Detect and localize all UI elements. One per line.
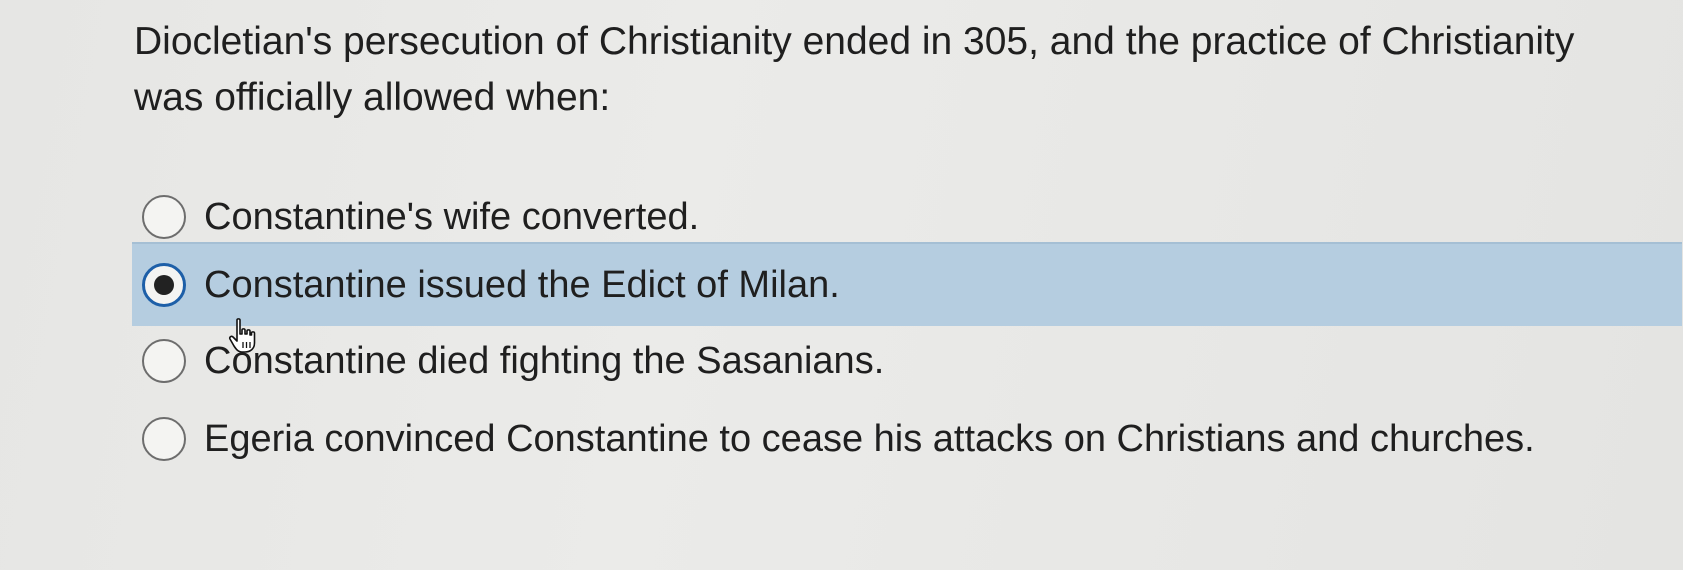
answer-options: Constantine's wife converted. Constantin… bbox=[0, 0, 1683, 570]
option-4[interactable]: Egeria convinced Constantine to cease hi… bbox=[132, 398, 1535, 480]
option-2-selected[interactable]: Constantine issued the Edict of Milan. bbox=[132, 242, 1682, 326]
option-label: Constantine died fighting the Sasanians. bbox=[204, 339, 885, 382]
option-label: Egeria convinced Constantine to cease hi… bbox=[204, 417, 1535, 460]
radio-button-unchecked[interactable] bbox=[142, 195, 186, 239]
radio-button-checked[interactable] bbox=[142, 263, 186, 307]
radio-button-unchecked[interactable] bbox=[142, 339, 186, 383]
option-label: Constantine issued the Edict of Milan. bbox=[204, 263, 840, 306]
option-label: Constantine's wife converted. bbox=[204, 195, 700, 238]
radio-dot-icon bbox=[154, 275, 174, 295]
radio-button-unchecked[interactable] bbox=[142, 417, 186, 461]
hand-pointer-icon bbox=[228, 318, 256, 353]
